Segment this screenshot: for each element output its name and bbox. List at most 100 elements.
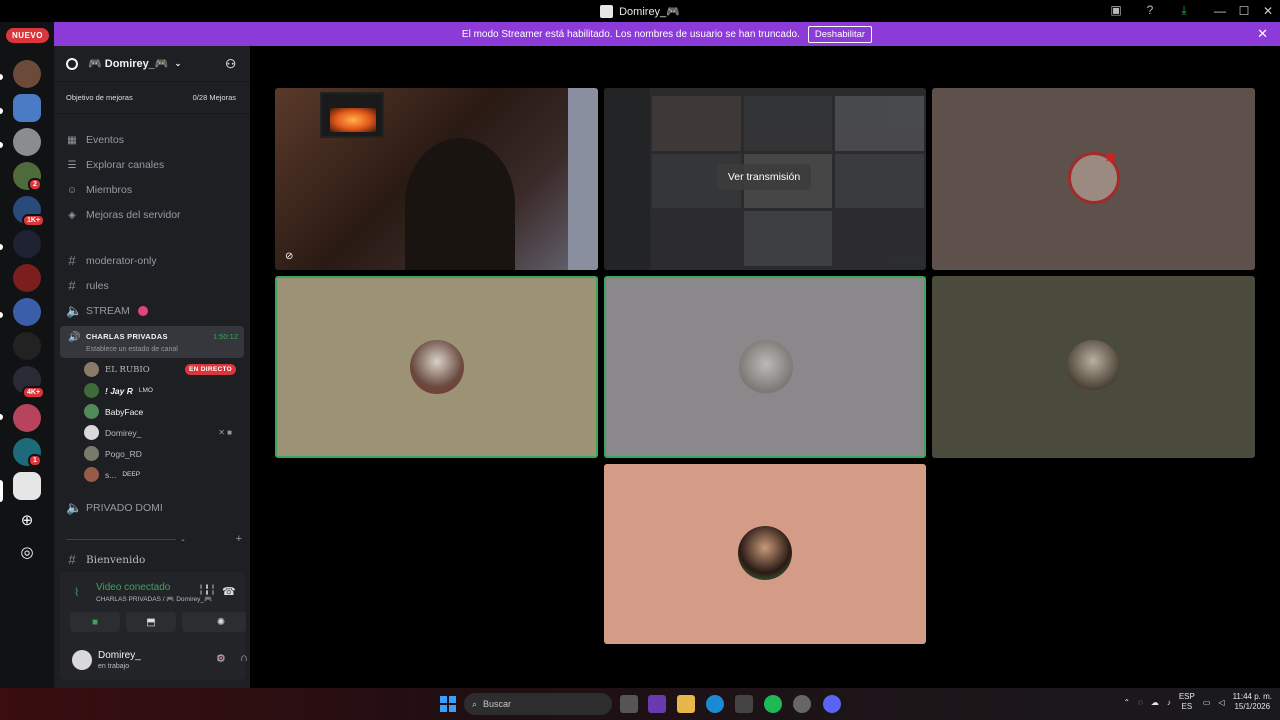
channel-stream[interactable]: 🔈 STREAM bbox=[66, 303, 148, 319]
tray-app-icon[interactable]: ◌ bbox=[1138, 698, 1143, 707]
window-title-group: Domirey_🎮 bbox=[600, 4, 680, 18]
voice-channel-name: CHARLAS PRIVADAS bbox=[86, 332, 168, 341]
nav-members[interactable]: ☺ Miembros bbox=[66, 184, 132, 196]
guild-icon[interactable] bbox=[13, 332, 41, 360]
guild-icon[interactable] bbox=[13, 230, 41, 258]
noise-suppression-icon[interactable]: ╎╏╎ bbox=[198, 585, 216, 596]
task-view-icon[interactable] bbox=[620, 695, 638, 713]
member-name: ! Jay R bbox=[105, 385, 133, 396]
nav-server-boosts[interactable]: ◈ Mejoras del servidor bbox=[66, 209, 180, 221]
system-tray: ⌃ ◌ ☁ ♪ ESP ES ▭ ◁ 11:44 p. m. 15/1/2026 bbox=[1123, 692, 1272, 712]
channel-label: moderator-only bbox=[86, 254, 157, 267]
chevron-down-icon[interactable]: ⌄ bbox=[180, 535, 186, 543]
explore-servers-icon[interactable]: ◎ bbox=[13, 538, 41, 566]
guild-icon[interactable] bbox=[13, 404, 41, 432]
voice-member[interactable]: BabyFace bbox=[84, 404, 242, 419]
help-icon[interactable]: ? bbox=[1142, 2, 1158, 18]
voice-member[interactable]: Domirey_ ✕ ■ bbox=[84, 425, 242, 440]
channel-moderator-only[interactable]: # moderator-only bbox=[66, 253, 157, 268]
video-tile-user[interactable] bbox=[932, 276, 1255, 458]
microphone-icon[interactable]: ♪ bbox=[1167, 698, 1171, 707]
fireplace-image bbox=[330, 108, 376, 132]
share-screen-button[interactable]: ⬒ bbox=[126, 612, 176, 632]
create-channel-icon[interactable]: + bbox=[236, 533, 242, 545]
guild-icon[interactable] bbox=[13, 128, 41, 156]
nav-label: Explorar canales bbox=[86, 159, 165, 171]
avatar bbox=[410, 340, 464, 394]
guild-icon[interactable] bbox=[13, 94, 41, 122]
maximize-icon[interactable]: ☐ bbox=[1232, 4, 1256, 18]
settings-gear-icon[interactable]: ⚙ bbox=[216, 652, 226, 665]
chevron-down-icon: ⌄ bbox=[174, 59, 182, 68]
video-tile-user[interactable] bbox=[604, 276, 926, 458]
video-tile-user[interactable] bbox=[604, 464, 926, 644]
boost-goal-label: Objetivo de mejoras bbox=[66, 93, 133, 102]
video-tile-user[interactable]: ✸ bbox=[932, 88, 1255, 270]
camera-button[interactable]: ■ bbox=[70, 612, 120, 632]
video-tile-camera[interactable]: ⊘ bbox=[275, 88, 598, 270]
guild-icon-selected[interactable] bbox=[13, 472, 41, 500]
disconnect-icon[interactable]: ☎ bbox=[222, 585, 236, 598]
nav-browse-channels[interactable]: ☰ Explorar canales bbox=[66, 159, 165, 171]
voice-member[interactable]: EL RUBIO EN DIRECTO bbox=[84, 362, 242, 377]
voice-member[interactable]: s... DEEP bbox=[84, 467, 242, 482]
active-voice-channel[interactable]: 🔊 CHARLAS PRIVADAS 1:50:12 Establece un … bbox=[60, 326, 244, 358]
member-tag: DEEP bbox=[122, 471, 141, 478]
voice-channel-status[interactable]: Establece un estado de canal bbox=[86, 346, 178, 353]
store-icon[interactable] bbox=[735, 695, 753, 713]
guild-icon[interactable] bbox=[13, 298, 41, 326]
avatar[interactable] bbox=[72, 650, 92, 670]
onedrive-icon[interactable]: ☁ bbox=[1151, 698, 1159, 707]
nav-events[interactable]: ▦ Eventos bbox=[66, 134, 124, 146]
invite-people-icon[interactable]: ⚇ bbox=[225, 57, 236, 71]
close-window-icon[interactable]: ✕ bbox=[1256, 4, 1280, 18]
spotify-icon[interactable] bbox=[764, 695, 782, 713]
hash-icon: # bbox=[68, 278, 76, 293]
connection-signal-icon[interactable]: ⌇ bbox=[74, 586, 79, 599]
channel-sidebar: 🎮 Domirey_🎮 ⌄ ⚇ Objetivo de mejoras 0/28… bbox=[54, 46, 250, 688]
video-tile-user[interactable] bbox=[275, 276, 598, 458]
lang-bottom: ES bbox=[1181, 702, 1193, 711]
channel-bienvenido[interactable]: # Bienvenido bbox=[66, 552, 145, 567]
window-titlebar: Domirey_🎮 ▣ ? ⤓ — ☐ ✕ bbox=[0, 0, 1280, 22]
avatar bbox=[84, 467, 99, 482]
add-server-icon[interactable]: ⊕ bbox=[13, 506, 41, 534]
calendar-icon: ▦ bbox=[67, 134, 77, 146]
minimize-icon[interactable]: — bbox=[1208, 4, 1232, 18]
discord-icon[interactable] bbox=[823, 695, 841, 713]
soundboard-button[interactable]: ✺ bbox=[196, 612, 246, 632]
file-explorer-icon[interactable] bbox=[677, 695, 695, 713]
voice-member[interactable]: Pogo_RD bbox=[84, 446, 242, 461]
app-icon[interactable] bbox=[648, 695, 666, 713]
chevron-up-icon[interactable]: ⌃ bbox=[1123, 698, 1130, 707]
guild-icon[interactable] bbox=[13, 60, 41, 88]
boost-goal[interactable]: Objetivo de mejoras 0/28 Mejoras bbox=[54, 82, 250, 114]
volume-icon[interactable]: ◁ bbox=[1218, 698, 1224, 707]
voice-connected-subtitle[interactable]: CHARLAS PRIVADAS / 🎮 Domirey_🎮 bbox=[96, 595, 212, 603]
language-indicator[interactable]: ESP ES bbox=[1179, 692, 1195, 712]
clock[interactable]: 11:44 p. m. 15/1/2026 bbox=[1233, 692, 1272, 712]
taskbar-search[interactable]: ⌕ Buscar bbox=[464, 693, 612, 715]
new-badge[interactable]: NUEVO bbox=[6, 28, 49, 43]
voice-member[interactable]: ! Jay R LMO bbox=[84, 383, 242, 398]
members-icon: ☺ bbox=[66, 184, 78, 196]
inbox-icon[interactable]: ▣ bbox=[1108, 2, 1124, 18]
disable-streamer-button[interactable]: Deshabilitar bbox=[807, 25, 873, 43]
headset-icon[interactable]: ∩ bbox=[240, 652, 248, 664]
network-icon[interactable]: ▭ bbox=[1203, 698, 1211, 707]
download-icon[interactable]: ⤓ bbox=[1176, 2, 1192, 18]
guild-icon[interactable] bbox=[13, 264, 41, 292]
voice-connected-title: Video conectado bbox=[96, 582, 171, 593]
server-header[interactable]: 🎮 Domirey_🎮 ⌄ ⚇ bbox=[54, 46, 250, 82]
chrome-icon[interactable] bbox=[793, 695, 811, 713]
channel-privado-domi[interactable]: 🔈 PRIVADO DOMI bbox=[66, 500, 163, 516]
windows-start-icon[interactable] bbox=[440, 696, 456, 712]
close-banner-icon[interactable]: ✕ bbox=[1257, 26, 1268, 42]
muted-mic-icon: ⊘ bbox=[285, 251, 294, 262]
edge-browser-icon[interactable] bbox=[706, 695, 724, 713]
watch-stream-button[interactable]: Ver transmisión bbox=[717, 164, 811, 190]
divider-line bbox=[66, 538, 176, 540]
speaker-icon: 🔈 bbox=[66, 500, 83, 515]
channel-rules[interactable]: # rules bbox=[66, 278, 108, 293]
guild-pip bbox=[0, 74, 3, 80]
